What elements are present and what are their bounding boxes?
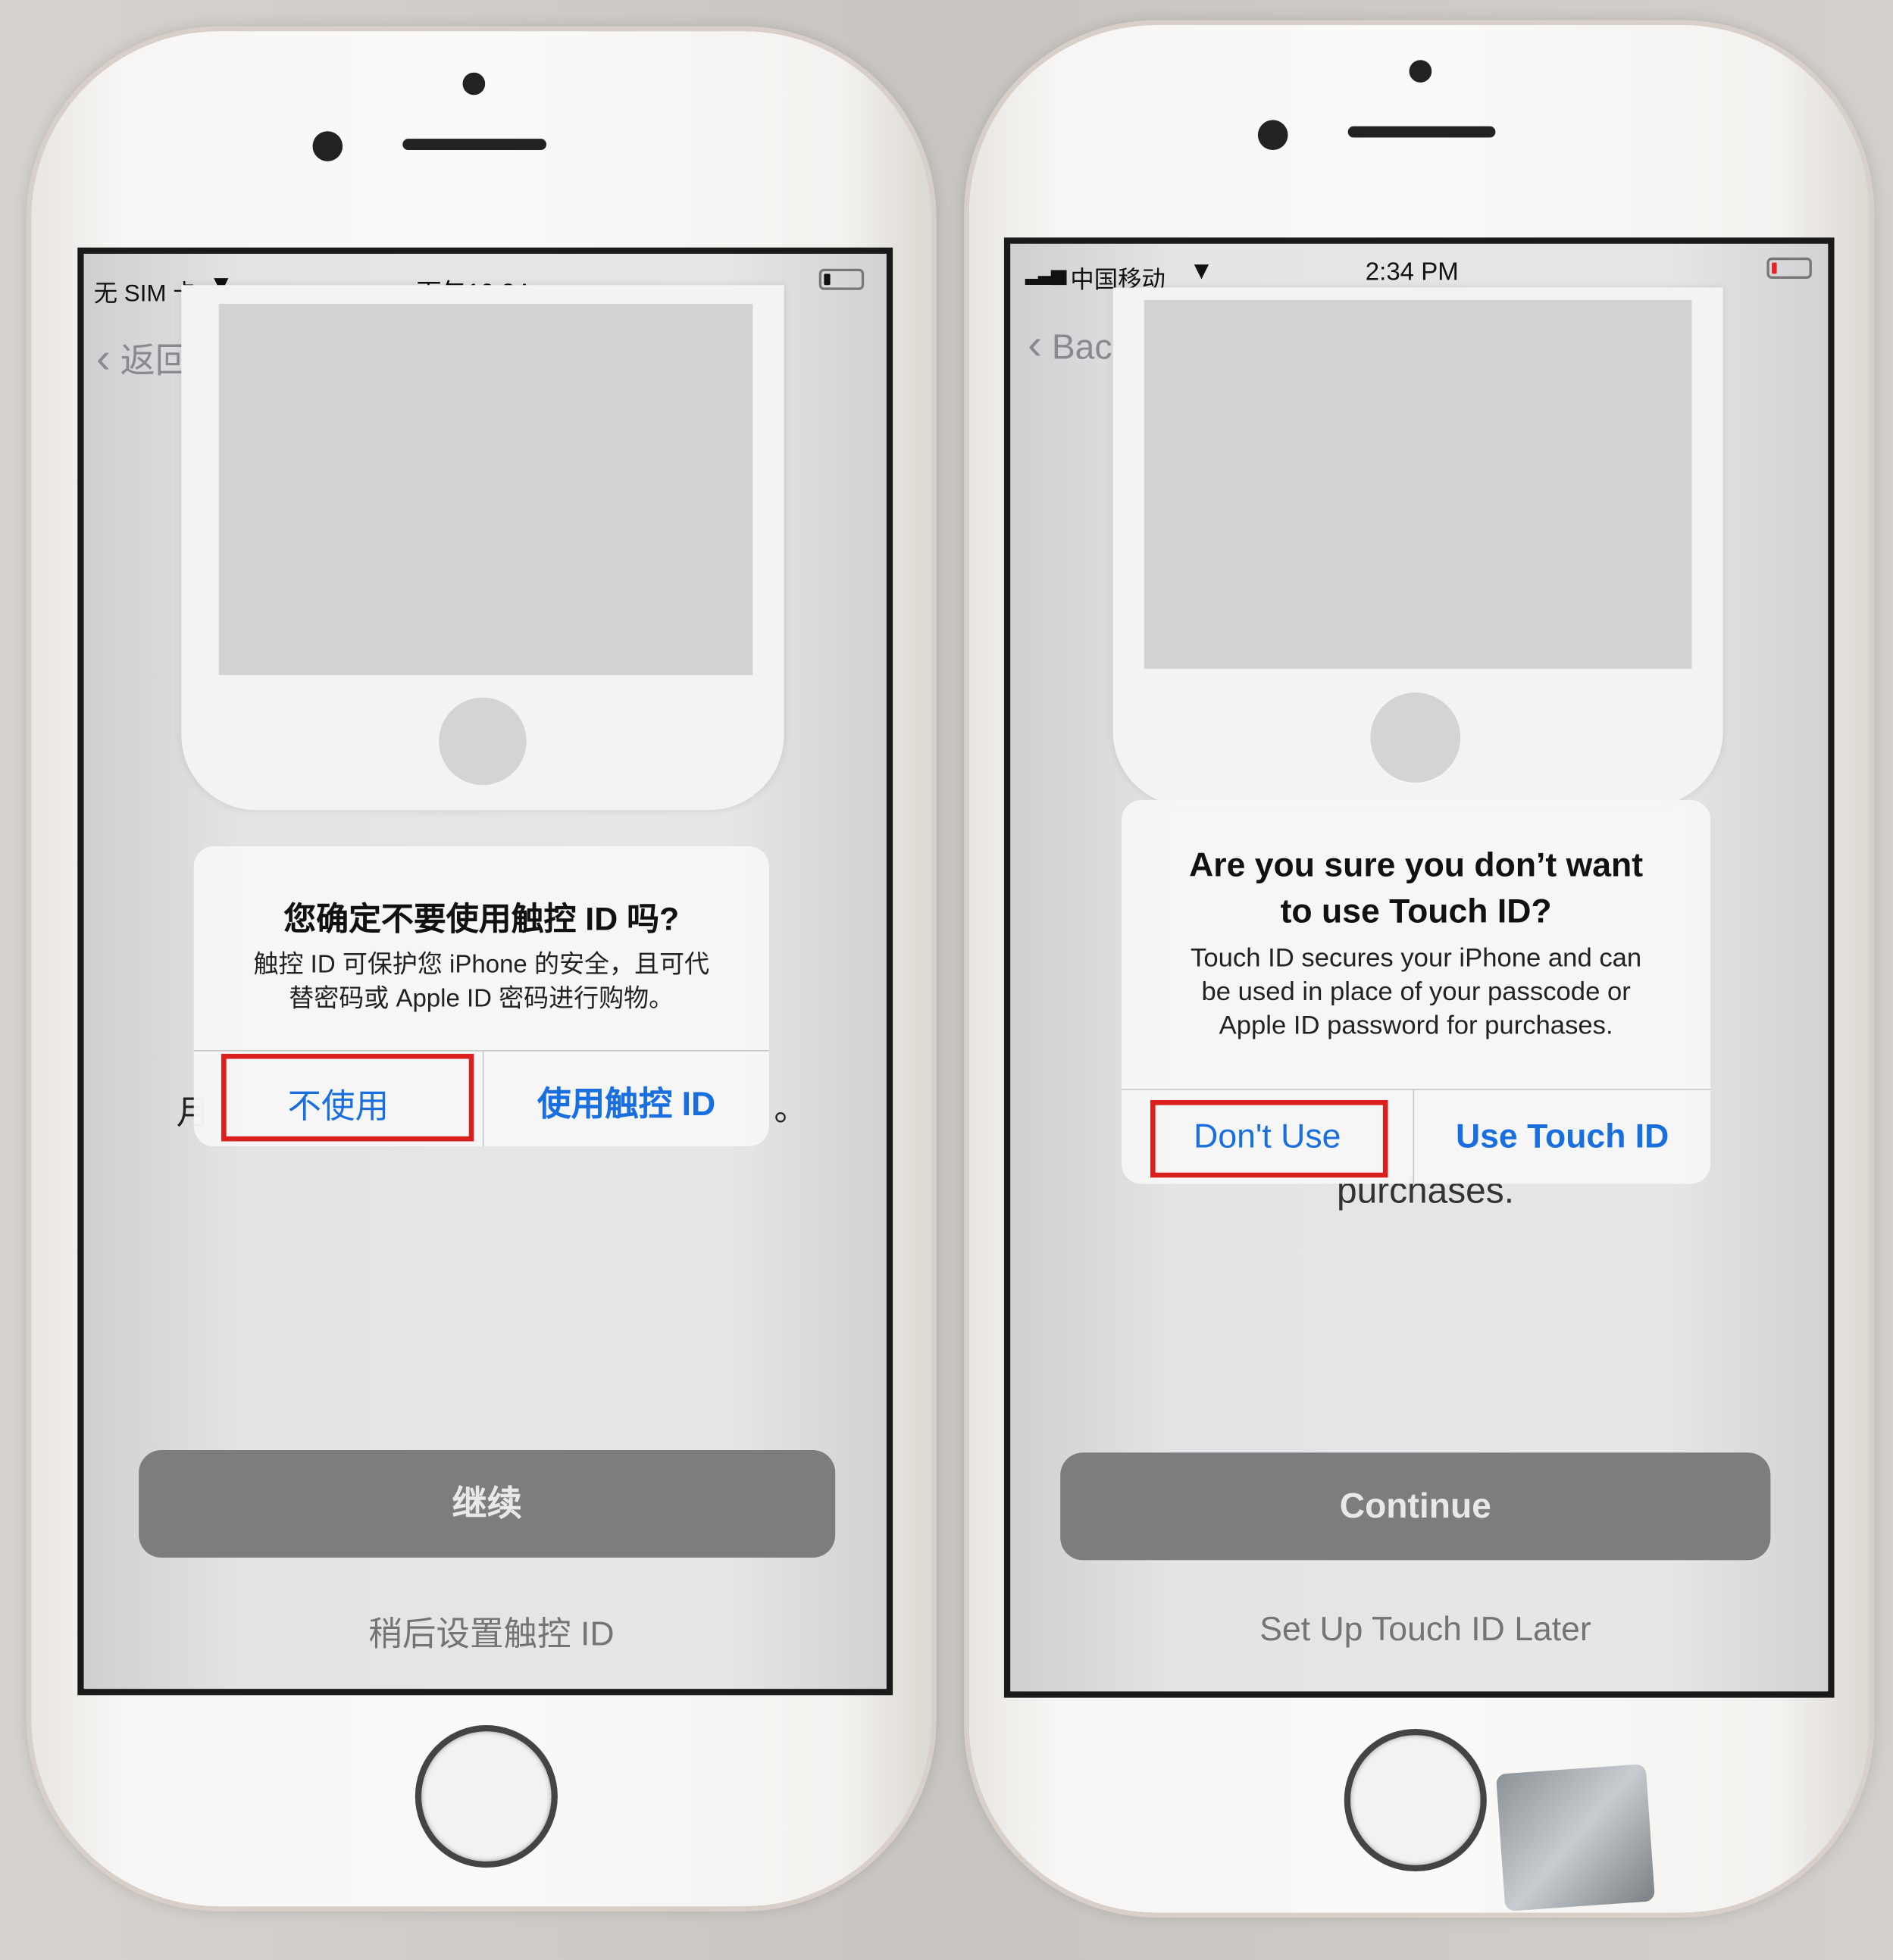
- sticker: [1495, 1764, 1656, 1912]
- battery-low-icon: [818, 268, 865, 290]
- highlight-box: [1150, 1100, 1388, 1178]
- alert-title: 您确定不要使用触控 ID 吗?: [283, 900, 680, 938]
- alert-body: Apple ID password for purchases.: [1219, 1011, 1613, 1040]
- alert-body: be used in place of your passcode or: [1201, 977, 1631, 1007]
- use-touch-id-button[interactable]: 使用触控 ID: [484, 1077, 769, 1125]
- chevron-left-icon: ‹: [1028, 321, 1042, 369]
- alert-body: 替密码或 Apple ID 密码进行购物。: [289, 985, 674, 1013]
- alert-body: 触控 ID 可保护您 iPhone 的安全，且可代: [253, 951, 709, 979]
- phone-illustration: [181, 285, 784, 811]
- phone-illustration: [1112, 287, 1723, 807]
- divider: [193, 1050, 769, 1052]
- status-time: 2:34 PM: [1365, 258, 1459, 286]
- battery-low-icon: [1766, 257, 1812, 279]
- earpiece-speaker: [1347, 126, 1496, 138]
- continue-button[interactable]: Continue: [1060, 1452, 1771, 1561]
- highlight-box: [221, 1053, 474, 1142]
- behind-text-right: 。: [774, 1089, 808, 1128]
- use-touch-id-button[interactable]: Use Touch ID: [1414, 1118, 1710, 1156]
- chevron-left-icon: ‹: [96, 335, 111, 383]
- front-camera: [462, 72, 486, 95]
- divider: [1122, 1089, 1711, 1090]
- continue-button[interactable]: 继续: [139, 1450, 836, 1558]
- proximity-sensor: [1257, 120, 1288, 150]
- set-up-later-link[interactable]: 稍后设置触控 ID: [84, 1606, 887, 1655]
- alert-title: to use Touch ID?: [1280, 892, 1552, 930]
- wifi-icon: ▼: [1189, 257, 1214, 286]
- left-screen: 无 SIM 卡 ▼ 下午10:34 ‹ 返回 月 。 您确定不要使用触控 ID …: [77, 247, 893, 1696]
- alert-body: Touch ID secures your iPhone and can: [1191, 943, 1642, 973]
- signal-icon: ▂▃▅: [1025, 264, 1066, 286]
- alert-title: Are you sure you don’t want: [1189, 846, 1644, 884]
- proximity-sensor: [312, 131, 343, 161]
- right-screen: ▂▃▅ 中国移动 ▼ 2:34 PM ‹ Back purchases. Are…: [1003, 237, 1835, 1698]
- back-button[interactable]: ‹ 返回: [96, 334, 190, 384]
- earpiece-speaker: [402, 139, 547, 150]
- front-camera: [1409, 60, 1432, 83]
- set-up-later-link[interactable]: Set Up Touch ID Later: [1010, 1610, 1828, 1649]
- home-button[interactable]: [415, 1725, 558, 1868]
- home-button[interactable]: [1344, 1728, 1487, 1872]
